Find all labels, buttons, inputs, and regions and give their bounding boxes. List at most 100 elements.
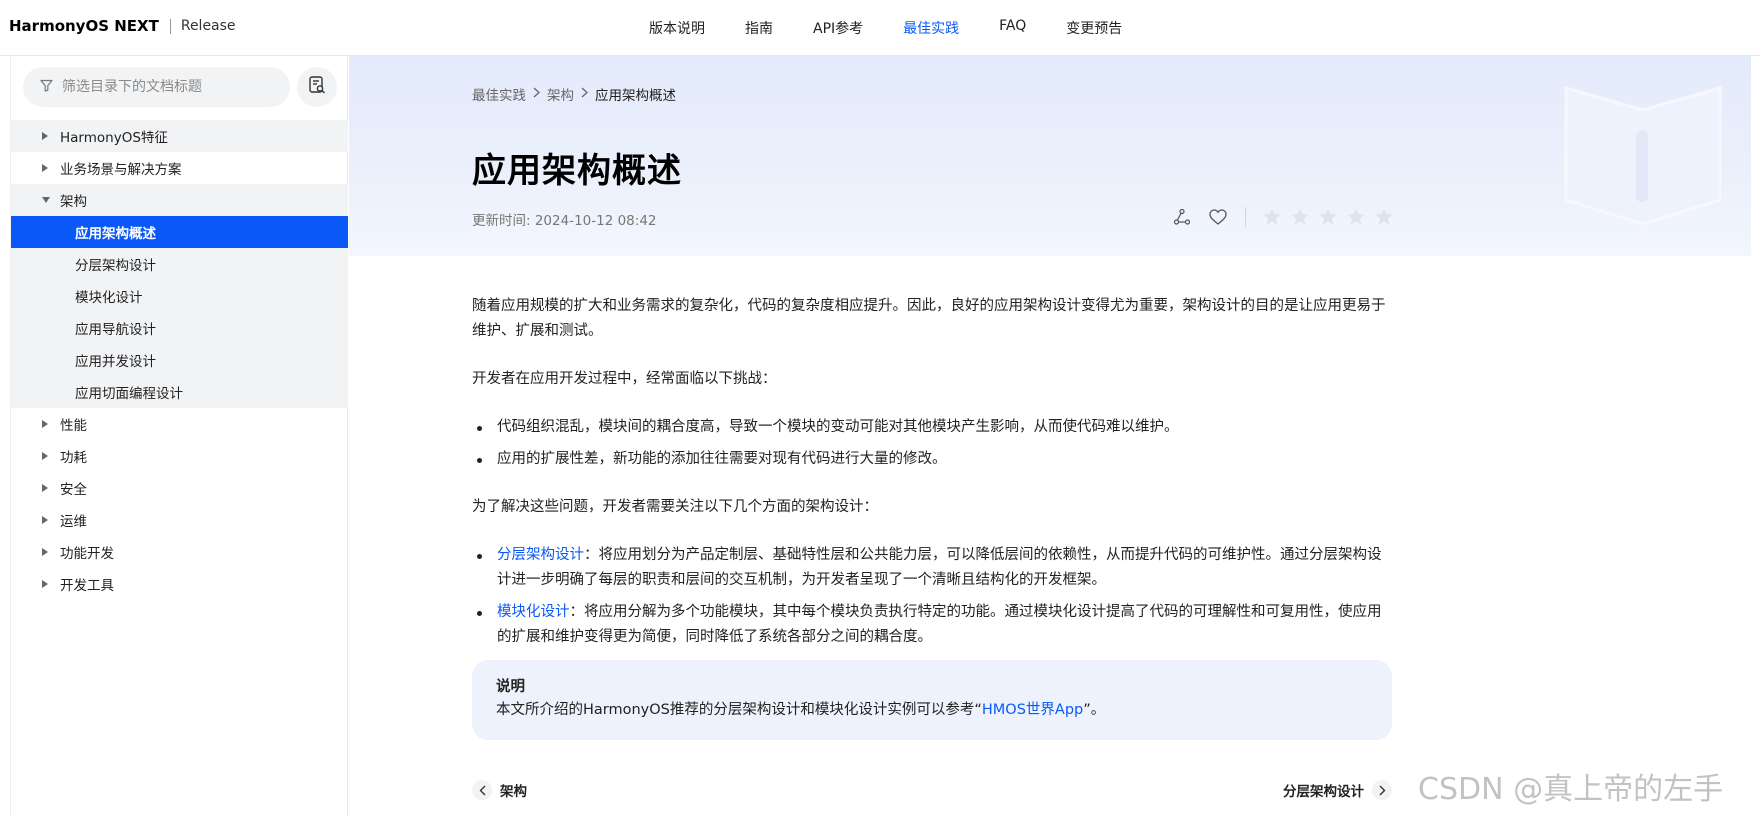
link-hmos-world-app[interactable]: HMOS世界App bbox=[982, 702, 1083, 718]
star-icon-2[interactable] bbox=[1290, 207, 1310, 227]
tree-item-harmonyos-features[interactable]: HarmonyOS特征 bbox=[11, 120, 348, 152]
tree-item-operations[interactable]: 运维 bbox=[11, 504, 348, 536]
breadcrumb-architecture[interactable]: 架构 bbox=[547, 84, 574, 104]
tree-item-label: 模块化设计 bbox=[75, 290, 143, 306]
tree-item-label: 分层架构设计 bbox=[75, 258, 156, 274]
list-item-text: ：将应用分解为多个功能模块，其中每个模块负责执行特定的功能。通过模块化设计提高了… bbox=[497, 604, 1382, 645]
challenges-intro: 开发者在应用开发过程中，经常面临以下挑战： bbox=[472, 371, 777, 387]
breadcrumb-current: 应用架构概述 bbox=[595, 88, 676, 104]
caret-right-icon bbox=[42, 132, 50, 140]
tree-item-dev-tools[interactable]: 开发工具 bbox=[11, 568, 348, 600]
tree-item-label: 安全 bbox=[60, 482, 87, 498]
prev-page-label: 架构 bbox=[500, 784, 527, 800]
star-icon-3[interactable] bbox=[1318, 207, 1338, 227]
star-icon-5[interactable] bbox=[1374, 207, 1394, 227]
note-text-before: 本文所介绍的HarmonyOS推荐的分层架构设计和模块化设计实例可以参考“ bbox=[496, 702, 982, 718]
tree-item-navigation-design[interactable]: 应用导航设计 bbox=[11, 312, 348, 344]
tree-item-architecture[interactable]: 架构 bbox=[11, 184, 348, 216]
breadcrumb: 最佳实践 架构 应用架构概述 bbox=[472, 84, 676, 104]
tree-item-security[interactable]: 安全 bbox=[11, 472, 348, 504]
tree-item-label: 业务场景与解决方案 bbox=[60, 162, 182, 178]
brand[interactable]: HarmonyOS NEXT Release bbox=[9, 17, 236, 35]
intro-paragraph: 随着应用规模的扩大和业务需求的复杂化，代码的复杂度相应提升。因此，良好的应用架构… bbox=[472, 298, 1386, 339]
chevron-right-icon bbox=[1372, 780, 1392, 800]
article-body: 随着应用规模的扩大和业务需求的复杂化，代码的复杂度相应提升。因此，良好的应用架构… bbox=[472, 294, 1392, 673]
caret-right-icon bbox=[42, 420, 50, 428]
caret-right-icon bbox=[42, 516, 50, 524]
note-text-after: ”。 bbox=[1083, 702, 1106, 718]
tree-item-label: 性能 bbox=[60, 418, 87, 434]
top-navigation-bar: HarmonyOS NEXT Release 版本说明 指南 API参考 最佳实… bbox=[0, 0, 1760, 56]
tree-item-label: 运维 bbox=[60, 514, 87, 530]
tree-item-concurrency-design[interactable]: 应用并发设计 bbox=[11, 344, 348, 376]
caret-right-icon bbox=[42, 580, 50, 588]
article-pager: 架构 分层架构设计 bbox=[472, 780, 1392, 802]
prev-page-link[interactable]: 架构 bbox=[472, 780, 527, 800]
tree-item-layered-architecture[interactable]: 分层架构设计 bbox=[11, 248, 348, 280]
note-text: 本文所介绍的HarmonyOS推荐的分层架构设计和模块化设计实例可以参考“HMO… bbox=[496, 698, 1368, 722]
filter-input[interactable] bbox=[62, 79, 262, 95]
caret-right-icon bbox=[42, 484, 50, 492]
star-icon-4[interactable] bbox=[1346, 207, 1366, 227]
nav-item-guide[interactable]: 指南 bbox=[745, 18, 773, 38]
brand-name: HarmonyOS NEXT bbox=[9, 17, 159, 35]
link-modular-design[interactable]: 模块化设计 bbox=[497, 604, 570, 620]
list-item: 分层架构设计：将应用划分为产品定制层、基础特性层和公共能力层，可以降低层间的依赖… bbox=[472, 543, 1392, 593]
page-title: 应用架构概述 bbox=[472, 151, 682, 191]
favorite-heart-icon[interactable] bbox=[1207, 206, 1229, 228]
tree-item-modular-design[interactable]: 模块化设计 bbox=[11, 280, 348, 312]
note-box: 说明 本文所介绍的HarmonyOS推荐的分层架构设计和模块化设计实例可以参考“… bbox=[472, 660, 1392, 740]
list-item: 应用的扩展性差，新功能的添加往往需要对现有代码进行大量的修改。 bbox=[472, 447, 1392, 472]
star-icon-1[interactable] bbox=[1262, 207, 1282, 227]
tree-item-label: 应用切面编程设计 bbox=[75, 386, 183, 402]
main-nav: 版本说明 指南 API参考 最佳实践 FAQ 变更预告 bbox=[649, 18, 1162, 38]
tree-item-power[interactable]: 功耗 bbox=[11, 440, 348, 472]
design-intro: 为了解决这些问题，开发者需要关注以下几个方面的架构设计： bbox=[472, 499, 878, 515]
chevron-right-icon bbox=[581, 87, 588, 101]
book-icon bbox=[1558, 78, 1728, 236]
nav-item-faq[interactable]: FAQ bbox=[999, 18, 1026, 38]
tree-item-label: 开发工具 bbox=[60, 578, 114, 594]
article-actions bbox=[1171, 206, 1402, 228]
tree-item-label: HarmonyOS特征 bbox=[60, 130, 168, 146]
filter-box[interactable] bbox=[23, 67, 290, 107]
nav-item-api-reference[interactable]: API参考 bbox=[813, 18, 863, 38]
tree-item-label: 功耗 bbox=[60, 450, 87, 466]
tree-item-scenarios[interactable]: 业务场景与解决方案 bbox=[11, 152, 348, 184]
nav-item-best-practices[interactable]: 最佳实践 bbox=[903, 18, 959, 38]
chevron-right-icon bbox=[533, 87, 540, 101]
list-item: 代码组织混乱，模块间的耦合度高，导致一个模块的变动可能对其他模块产生影响，从而使… bbox=[472, 415, 1392, 440]
list-item: 模块化设计：将应用分解为多个功能模块，其中每个模块负责执行特定的功能。通过模块化… bbox=[472, 600, 1392, 650]
tree-item-label: 架构 bbox=[60, 194, 87, 210]
caret-right-icon bbox=[42, 548, 50, 556]
tree-item-aspect-programming[interactable]: 应用切面编程设计 bbox=[11, 376, 348, 408]
actions-divider bbox=[1245, 207, 1246, 227]
updated-time: 更新时间: 2024-10-12 08:42 bbox=[472, 213, 657, 229]
sidebar: HarmonyOS特征 业务场景与解决方案 架构 应用架构概述 分层架构设计 模… bbox=[10, 56, 348, 816]
doc-search-button[interactable] bbox=[297, 67, 337, 107]
caret-right-icon bbox=[42, 164, 50, 172]
tree-item-label: 应用导航设计 bbox=[75, 322, 156, 338]
next-page-link[interactable]: 分层架构设计 bbox=[1283, 780, 1392, 800]
caret-down-icon bbox=[42, 197, 50, 203]
watermark: CSDN @真上帝的左手 bbox=[1418, 772, 1724, 807]
caret-right-icon bbox=[42, 452, 50, 460]
nav-item-release-notes[interactable]: 版本说明 bbox=[649, 18, 705, 38]
next-page-label: 分层架构设计 bbox=[1283, 784, 1364, 800]
list-item-text: ：将应用划分为产品定制层、基础特性层和公共能力层，可以降低层间的依赖性，从而提升… bbox=[497, 547, 1382, 588]
nav-item-change-notice[interactable]: 变更预告 bbox=[1066, 18, 1122, 38]
release-label: Release bbox=[180, 18, 236, 34]
rating-stars bbox=[1262, 207, 1402, 227]
chevron-left-icon bbox=[472, 780, 492, 800]
tree-item-performance[interactable]: 性能 bbox=[11, 408, 348, 440]
doc-search-icon bbox=[307, 75, 327, 99]
breadcrumb-best-practices[interactable]: 最佳实践 bbox=[472, 84, 526, 104]
brand-divider bbox=[169, 18, 171, 34]
share-icon[interactable] bbox=[1171, 206, 1193, 228]
tree-item-app-architecture-overview[interactable]: 应用架构概述 bbox=[11, 216, 348, 248]
doc-tree: HarmonyOS特征 业务场景与解决方案 架构 应用架构概述 分层架构设计 模… bbox=[11, 120, 348, 600]
tree-item-feature-development[interactable]: 功能开发 bbox=[11, 536, 348, 568]
design-list: 分层架构设计：将应用划分为产品定制层、基础特性层和公共能力层，可以降低层间的依赖… bbox=[472, 543, 1392, 650]
link-layered-architecture[interactable]: 分层架构设计 bbox=[497, 547, 584, 563]
tree-item-label: 功能开发 bbox=[60, 546, 114, 562]
